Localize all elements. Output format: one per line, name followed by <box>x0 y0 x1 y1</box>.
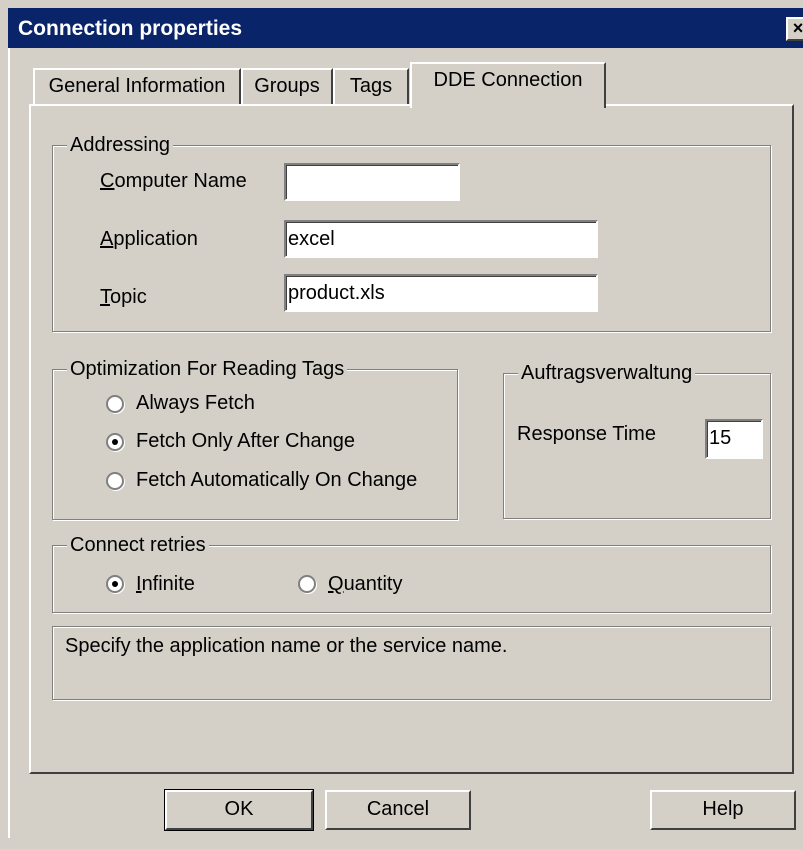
auftragsverwaltung-legend: Auftragsverwaltung <box>518 362 696 385</box>
always-fetch-label[interactable]: Always Fetch <box>136 392 255 415</box>
infinite-label[interactable]: Infinite <box>136 573 195 596</box>
infinite-radio[interactable] <box>106 575 124 593</box>
window-frame <box>8 48 10 838</box>
window-title: Connection properties <box>18 17 243 40</box>
topic-label: Topic <box>100 286 147 308</box>
cancel-button[interactable]: Cancel <box>325 790 471 830</box>
response-time-label: Response Time <box>517 423 656 445</box>
computer-name-label: Computer Name <box>100 170 247 192</box>
topic-field[interactable]: product.xls <box>284 274 598 312</box>
addressing-legend: Addressing <box>67 134 174 157</box>
quantity-radio[interactable] <box>298 575 316 593</box>
close-icon[interactable]: × <box>786 17 803 41</box>
fetch-after-change-radio[interactable] <box>106 433 124 451</box>
help-button[interactable]: Help <box>650 790 796 830</box>
computer-name-field[interactable] <box>284 163 460 201</box>
application-field[interactable]: excel <box>284 220 598 258</box>
tab-groups[interactable]: Groups <box>241 68 333 104</box>
tab-general-information[interactable]: General Information <box>33 68 241 104</box>
application-label: Application <box>100 228 198 250</box>
ok-button[interactable]: OK <box>164 789 314 831</box>
quantity-label[interactable]: Quantity <box>328 573 403 596</box>
tab-dde-connection[interactable]: DDE Connection <box>410 62 606 108</box>
fetch-after-change-label[interactable]: Fetch Only After Change <box>136 430 355 453</box>
response-time-field[interactable]: 15 <box>705 419 763 459</box>
status-text: Specify the application name or the serv… <box>52 626 771 700</box>
always-fetch-radio[interactable] <box>106 395 124 413</box>
connect-retries-legend: Connect retries <box>67 534 209 557</box>
title-bar: Connection properties × <box>8 8 803 48</box>
optimization-legend: Optimization For Reading Tags <box>67 358 348 381</box>
fetch-automatically-radio[interactable] <box>106 472 124 490</box>
fetch-automatically-label[interactable]: Fetch Automatically On Change <box>136 469 417 492</box>
tab-tags[interactable]: Tags <box>333 68 409 104</box>
